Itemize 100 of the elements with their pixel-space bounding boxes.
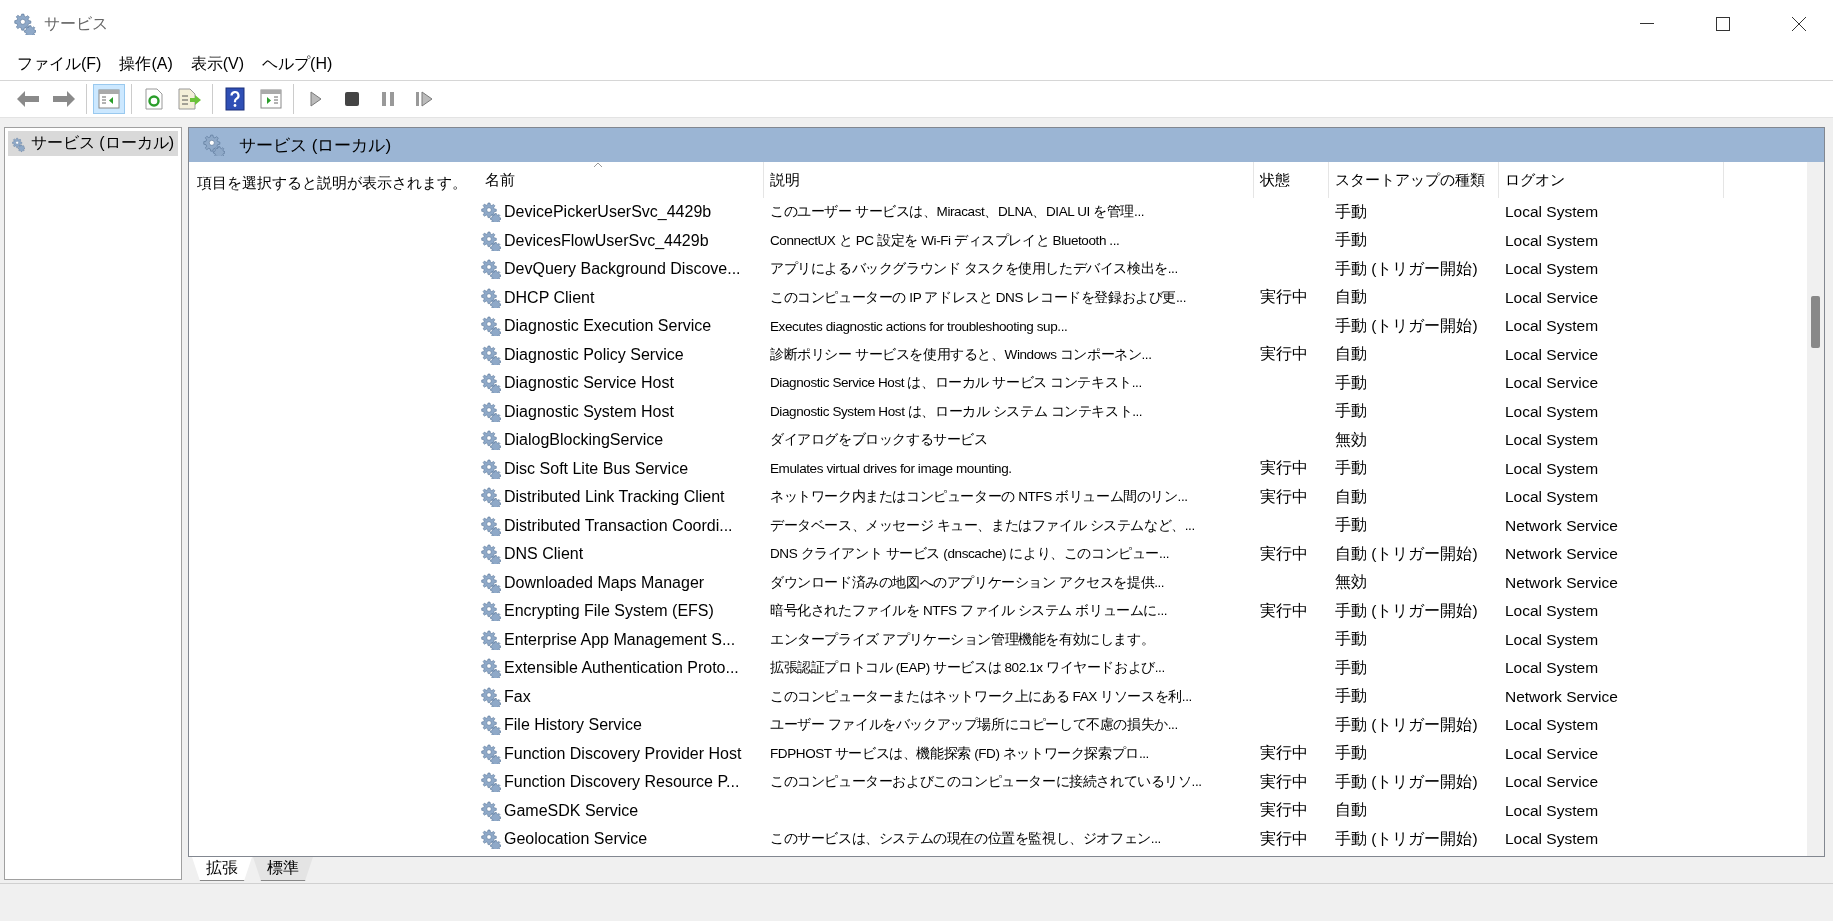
- gear-icon: [481, 316, 501, 337]
- table-cell-text: 手動 (トリガー開始): [1334, 315, 1479, 336]
- gear-icon: [481, 287, 501, 308]
- service-name: Fax: [504, 687, 531, 706]
- service-name: DialogBlockingService: [504, 431, 664, 450]
- service-name: Geolocation Service: [504, 830, 648, 849]
- gear-icon: [481, 202, 501, 223]
- service-name: DevicesFlowUserSvc_4429b: [504, 231, 709, 250]
- stop-icon: [344, 91, 360, 107]
- menu-item[interactable]: ファイル(F): [8, 49, 111, 79]
- service-name: Disc Soft Lite Bus Service: [504, 459, 689, 478]
- table-cell-text: このサービスは、システムの現在の位置を監視し、ジオフェン...: [769, 830, 1162, 849]
- menu-item[interactable]: 表示(V): [181, 49, 254, 79]
- tree-item-label: サービス (ローカル): [30, 133, 174, 153]
- gear-icon: [481, 230, 501, 251]
- gear-icon: [481, 430, 501, 451]
- service-name: Enterprise App Management S...: [504, 630, 736, 649]
- gear-icon: [481, 743, 501, 764]
- table-cell-text: Network Service: [1504, 516, 1619, 535]
- table-cell-text: Local Service: [1504, 288, 1600, 307]
- service-name: Encrypting File System (EFS): [504, 602, 714, 621]
- table-cell-text: アプリによるバックグラウンド タスクを使用したデバイス検出を...: [769, 260, 1179, 279]
- gear-icon: [481, 487, 501, 508]
- table-cell-text: Local System: [1504, 459, 1600, 478]
- table-cell-text: Local Service: [1504, 345, 1600, 364]
- service-name: Diagnostic Service Host: [504, 374, 674, 393]
- table-cell-text: 実行中: [1259, 771, 1309, 792]
- table-cell-text: 実行中: [1259, 743, 1309, 764]
- service-name: Diagnostic System Host: [504, 402, 674, 421]
- table-cell-text: 実行中: [1259, 828, 1309, 849]
- play-icon: [310, 91, 322, 107]
- table-cell-text: 無効: [1334, 429, 1368, 450]
- gear-icon: [481, 259, 501, 280]
- table-cell-text: 手動 (トリガー開始): [1334, 828, 1479, 849]
- table-cell-text: Local System: [1504, 488, 1600, 507]
- table-cell-text: Local System: [1504, 830, 1600, 849]
- scrollbar-thumb[interactable]: [1811, 296, 1820, 348]
- service-name: DNS Client: [504, 545, 584, 564]
- table-cell-text: Local System: [1504, 801, 1600, 820]
- table-cell-text: ユーザー ファイルをバックアップ場所にコピーして不慮の損失か...: [769, 716, 1179, 735]
- table-cell-text: 拡張認証プロトコル (EAP) サービスは 802.1x ワイヤードおよび...: [769, 659, 1166, 678]
- table-cell-text: このコンピューターおよびこのコンピューターに接続されているリソ...: [769, 773, 1203, 792]
- table-cell-text: Network Service: [1504, 687, 1619, 706]
- tree-toggle-button[interactable]: [93, 84, 125, 114]
- table-cell-text: 手動: [1334, 201, 1368, 222]
- menu-item[interactable]: 操作(A): [110, 49, 182, 79]
- gear-icon: [481, 601, 501, 622]
- column-header[interactable]: 説明: [764, 162, 1254, 198]
- table-cell-text: 自動 (トリガー開始): [1334, 543, 1479, 564]
- table-cell-text: 手動: [1334, 629, 1368, 650]
- view-tab[interactable]: 拡張: [192, 857, 252, 882]
- table-cell-text: 手動: [1334, 743, 1368, 764]
- table-cell-text: 手動: [1334, 372, 1368, 393]
- gear-icon: [481, 686, 501, 707]
- right-arrow-icon: [52, 90, 76, 108]
- gear-icon: [481, 373, 501, 394]
- service-name: Function Discovery Provider Host: [504, 744, 742, 763]
- table-cell-text: 手動: [1334, 458, 1368, 479]
- table-cell-text: このユーザー サービスは、Miracast、DLNA、DIAL UI を管理...: [769, 203, 1146, 222]
- gear-icon: [481, 829, 501, 850]
- scrollbar[interactable]: [1807, 162, 1824, 857]
- column-header[interactable]: スタートアップの種類: [1329, 162, 1499, 198]
- table-cell-text: 手動: [1334, 401, 1368, 422]
- column-header[interactable]: ログオン: [1499, 162, 1724, 198]
- table-cell-text: 実行中: [1259, 800, 1309, 821]
- service-name: GameSDK Service: [504, 801, 639, 820]
- table-cell-text: 無効: [1334, 572, 1368, 593]
- table-cell-text: Local System: [1504, 231, 1600, 250]
- table-cell-text: このコンピューターの IP アドレスと DNS レコードを登録および更...: [769, 288, 1188, 307]
- table-cell-text: Local System: [1504, 402, 1600, 421]
- gear-icon: [481, 572, 501, 593]
- table-cell-text: 手動 (トリガー開始): [1334, 714, 1479, 735]
- table-cell-text: Local System: [1504, 317, 1600, 336]
- table-cell-text: 実行中: [1259, 344, 1309, 365]
- service-name: Extensible Authentication Proto...: [504, 659, 739, 678]
- service-name: DevQuery Background Discove...: [504, 260, 741, 279]
- tree-item[interactable]: サービス (ローカル): [8, 131, 178, 156]
- table-cell-text: ダイアログをブロックするサービス: [769, 431, 989, 450]
- table-cell-text: 手動: [1334, 657, 1368, 678]
- maximize-icon: [1716, 17, 1730, 31]
- gear-icon: [203, 134, 225, 156]
- resume-icon: [415, 91, 433, 107]
- view-tab[interactable]: 標準: [253, 857, 313, 882]
- description-hint: 項目を選択すると説明が表示されます。: [196, 173, 468, 193]
- menu-item[interactable]: ヘルプ(H): [253, 49, 342, 79]
- gear-icon: [481, 629, 501, 650]
- table-cell-text: データベース、メッセージ キュー、またはファイル システムなど、...: [769, 516, 1196, 535]
- service-name: Distributed Link Tracking Client: [504, 488, 725, 507]
- column-header[interactable]: 状態: [1254, 162, 1329, 198]
- table-cell-text: Local Service: [1504, 773, 1600, 792]
- table-cell-text: Local Service: [1504, 374, 1600, 393]
- table-cell-text: ConnectUX と PC 設定を Wi-Fi ディスプレイと Bluetooth ...: [769, 231, 1121, 250]
- gear-icon: [481, 800, 501, 821]
- column-header[interactable]: 名前: [479, 162, 764, 198]
- gear-icon: [481, 344, 501, 365]
- table-cell-text: 実行中: [1259, 287, 1309, 308]
- table-cell-text: FDPHOST サービスは、機能探索 (FD) ネットワーク探索プロ...: [769, 744, 1150, 763]
- table-cell-text: 手動: [1334, 686, 1368, 707]
- table-cell-text: ネットワーク内またはコンピューターの NTFS ボリューム間のリン...: [769, 488, 1189, 507]
- table-cell-text: 実行中: [1259, 458, 1309, 479]
